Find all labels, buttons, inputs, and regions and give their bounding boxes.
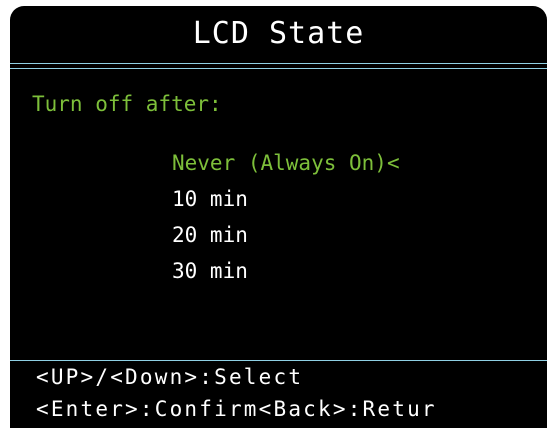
- option-10-min[interactable]: 10 min: [172, 181, 400, 217]
- timeout-options-list: Never (Always On)< 10 min 20 min 30 min: [172, 145, 400, 289]
- option-20-min[interactable]: 20 min: [172, 217, 400, 253]
- option-label: 30 min: [172, 259, 248, 283]
- option-label: Never (Always On): [172, 151, 387, 175]
- option-never[interactable]: Never (Always On)<: [172, 145, 400, 181]
- selection-marker: <: [386, 151, 400, 175]
- help-confirm-back-hint: <Enter>:Confirm<Back>:Retur: [36, 397, 437, 421]
- lcd-screen: LCD State Turn off after: Never (Always …: [10, 6, 547, 428]
- screen-title: LCD State: [192, 16, 365, 51]
- setting-prompt: Turn off after:: [32, 92, 222, 116]
- help-select-hint: <UP>/<Down>:Select: [36, 365, 304, 389]
- option-label: 10 min: [172, 187, 248, 211]
- title-divider: [10, 63, 547, 69]
- option-label: 20 min: [172, 223, 248, 247]
- footer-divider: [10, 360, 547, 361]
- option-30-min[interactable]: 30 min: [172, 253, 400, 289]
